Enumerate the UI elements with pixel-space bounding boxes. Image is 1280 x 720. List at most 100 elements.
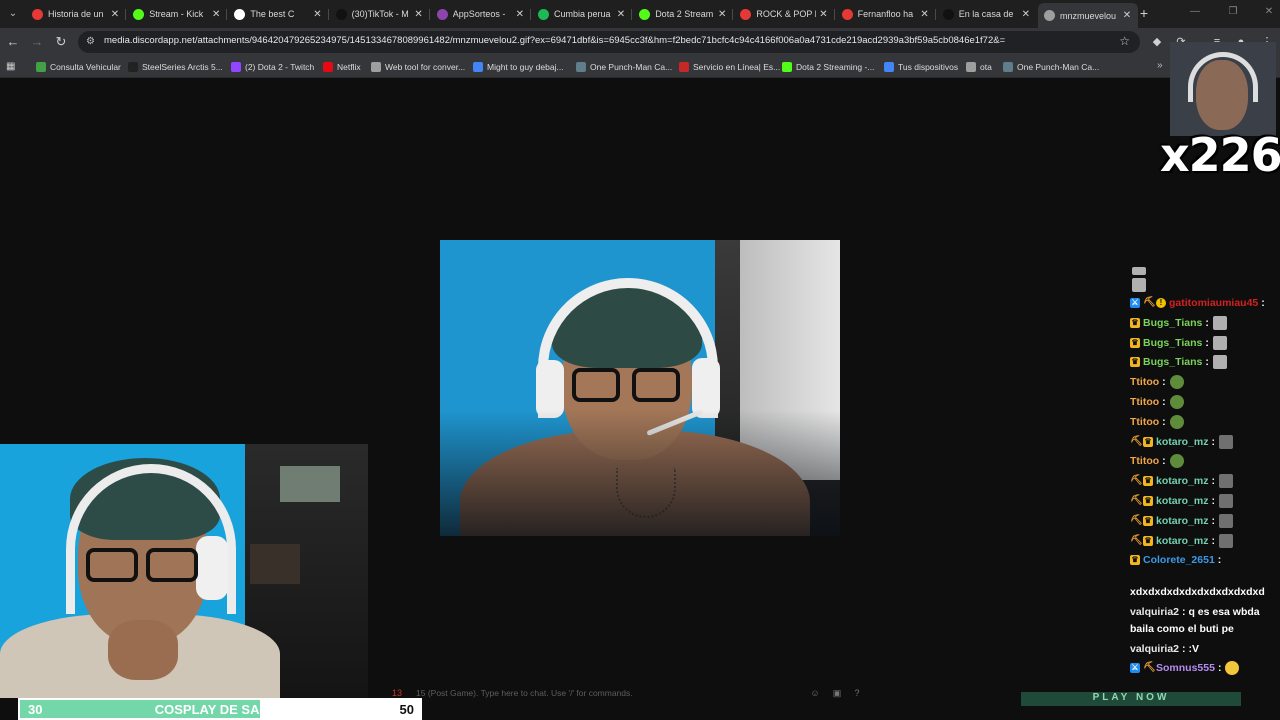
chat-username[interactable]: Ttitoo: [1130, 376, 1159, 388]
bookmark-item[interactable]: One Punch-Man Ca...: [576, 60, 672, 74]
chat-username[interactable]: Ttitoo: [1130, 396, 1159, 408]
new-tab-button[interactable]: +: [1137, 5, 1151, 21]
browser-tab[interactable]: Fernanfloo ha ✕: [836, 4, 936, 24]
chat-settings-icon[interactable]: ▣: [832, 688, 842, 698]
minimize-icon[interactable]: —: [1188, 6, 1202, 20]
tab-close-icon[interactable]: ✕: [816, 9, 830, 20]
tab-close-icon[interactable]: ✕: [513, 9, 527, 20]
bookmark-item[interactable]: (2) Dota 2 - Twitch: [231, 60, 314, 74]
chat-username[interactable]: Bugs_Tians: [1143, 337, 1202, 349]
browser-tab[interactable]: Historia de un ✕: [26, 4, 126, 24]
chat-line: ♛ Bugs_Tians:: [1130, 334, 1227, 352]
browser-toolbar: ← → ↻ ⚙ media.discordapp.net/attachments…: [0, 28, 1280, 56]
maximize-icon[interactable]: ❐: [1226, 6, 1240, 20]
bookmark-star-icon[interactable]: ☆: [1119, 34, 1130, 48]
bookmark-favicon-icon: [679, 62, 689, 72]
chat-username[interactable]: Somnus555: [1156, 662, 1215, 674]
tab-label: En la casa de: [958, 9, 1014, 19]
forward-icon[interactable]: →: [29, 34, 45, 50]
browser-tab[interactable]: En la casa de ✕: [937, 4, 1037, 24]
chat-username[interactable]: Bugs_Tians: [1143, 356, 1202, 368]
chat-line: valquiria2 : :V: [1130, 640, 1199, 658]
emoji-icon[interactable]: ☺: [810, 688, 820, 698]
close-window-icon[interactable]: ✕: [1262, 6, 1276, 20]
more-bookmarks-icon[interactable]: »: [1157, 60, 1163, 71]
chat-username[interactable]: Bugs_Tians: [1143, 317, 1202, 329]
site-info-icon[interactable]: ⚙: [86, 36, 98, 48]
tab-separator: [934, 9, 936, 20]
browser-tab[interactable]: Cumbia perua ✕: [532, 4, 632, 24]
bookmark-favicon-icon: [473, 62, 483, 72]
chat-input-hint[interactable]: 15 (Post Game). Type here to chat. Use '…: [416, 688, 633, 698]
tab-label: Dota 2 Stream: [655, 9, 714, 19]
help-icon[interactable]: ?: [852, 688, 862, 698]
tab-close-icon[interactable]: ✕: [412, 9, 426, 20]
browser-tab[interactable]: (30)TikTok - M ✕: [330, 4, 430, 24]
chat-username[interactable]: kotaro_mz: [1156, 475, 1209, 487]
tab-search-chevron-icon[interactable]: ⌄: [4, 5, 22, 23]
tab-label: Historia de un: [48, 9, 104, 19]
bookmark-item[interactable]: SteelSeries Arctis 5...: [128, 60, 223, 74]
chat-username[interactable]: gatitomiaumiau45: [1169, 297, 1258, 309]
tab-close-icon[interactable]: ✕: [209, 9, 223, 20]
bookmark-item[interactable]: Netflix: [323, 60, 361, 74]
bookmark-item[interactable]: ota: [966, 60, 992, 74]
chat-username[interactable]: Ttitoo: [1130, 416, 1159, 428]
browser-tab[interactable]: mnzmuevelou ✕: [1038, 3, 1138, 28]
address-url[interactable]: media.discordapp.net/attachments/9464204…: [104, 35, 1005, 46]
address-bar[interactable]: ⚙ media.discordapp.net/attachments/94642…: [78, 31, 1140, 53]
browser-tab[interactable]: The best C ✕: [228, 4, 328, 24]
chat-line: ♛ Colorete_2651:: [1130, 551, 1221, 569]
browser-tab[interactable]: Stream - Kick ✕: [127, 4, 227, 24]
tab-close-icon[interactable]: ✕: [310, 9, 324, 20]
bookmark-favicon-icon: [371, 62, 381, 72]
chat-username[interactable]: valquiria2: [1130, 643, 1179, 655]
bookmark-item[interactable]: Web tool for conver...: [371, 60, 465, 74]
bookmark-item[interactable]: Tus dispositivos: [884, 60, 958, 74]
tab-close-icon[interactable]: ✕: [614, 9, 628, 20]
chat-username[interactable]: kotaro_mz: [1156, 515, 1209, 527]
chat-username[interactable]: valquiria2: [1130, 606, 1179, 618]
chat-message-text: :: [1261, 297, 1265, 309]
pickaxe-badge-icon: ⛏: [1130, 435, 1143, 447]
gif-image: [440, 240, 840, 536]
chat-username[interactable]: kotaro_mz: [1156, 495, 1209, 507]
extension-icon[interactable]: ◆: [1150, 35, 1164, 49]
chat-username[interactable]: kotaro_mz: [1156, 436, 1209, 448]
reload-icon[interactable]: ↻: [53, 34, 69, 50]
crown-badge-icon: ♛: [1130, 357, 1140, 368]
chat-tag-badge: 13: [392, 688, 403, 698]
bookmark-item[interactable]: Dota 2 Streaming -...: [782, 60, 874, 74]
bookmark-item[interactable]: One Punch-Man Ca...: [1003, 60, 1099, 74]
tab-close-icon[interactable]: ✕: [918, 9, 932, 20]
play-now-button[interactable]: PLAY NOW: [1021, 692, 1241, 706]
tab-close-icon[interactable]: ✕: [1120, 10, 1134, 21]
browser-tab[interactable]: ROCK & POP h ✕: [734, 4, 834, 24]
tab-label: Fernanfloo ha: [857, 9, 914, 19]
tab-close-icon[interactable]: ✕: [715, 9, 729, 20]
bookmark-item[interactable]: Might to guy debaj...: [473, 60, 564, 74]
chat-username[interactable]: Colorete_2651: [1143, 554, 1215, 566]
apps-grid-icon[interactable]: ▦: [6, 61, 18, 73]
chat-username[interactable]: kotaro_mz: [1156, 535, 1209, 547]
chat-line: ⛏ ♛ kotaro_mz:: [1130, 492, 1234, 510]
back-icon[interactable]: ←: [5, 34, 21, 50]
browser-tab[interactable]: AppSorteos - ✕: [431, 4, 531, 24]
chat-line: ♛ Bugs_Tians:: [1130, 353, 1227, 371]
chat-emote-icon: [1132, 267, 1146, 275]
browser-tab[interactable]: Dota 2 Stream ✕: [633, 4, 733, 24]
tab-separator: [327, 9, 329, 20]
chat-emote-icon: [1225, 661, 1240, 675]
chat-overlay: ⚔ ⛏! gatitomiaumiau45: ♛ Bugs_Tians: ♛ Bugs_Ti…: [1128, 267, 1280, 680]
tab-close-icon[interactable]: ✕: [1019, 9, 1033, 20]
chat-emote-icon: [1219, 533, 1234, 548]
bookmark-item[interactable]: Consulta Vehicular: [36, 60, 121, 74]
goal-title: COSPLAY DE SANTA: [154, 702, 286, 717]
tab-favicon-icon: [639, 8, 651, 20]
chat-username[interactable]: Ttitoo: [1130, 455, 1159, 467]
bookmark-label: Consulta Vehicular: [50, 62, 121, 72]
bookmark-item[interactable]: Servicio en Línea| Es...: [679, 60, 780, 74]
bookmark-label: One Punch-Man Ca...: [1017, 62, 1100, 72]
tab-close-icon[interactable]: ✕: [108, 9, 122, 20]
tab-separator: [631, 9, 633, 20]
